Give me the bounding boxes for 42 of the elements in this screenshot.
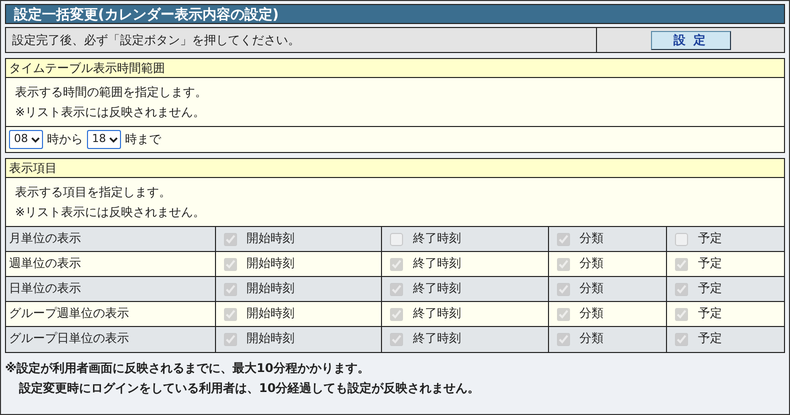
note-text: ※リスト表示には反映されません。: [15, 104, 206, 121]
window-title: 設定一括変更(カレンダー表示内容の設定): [5, 4, 785, 24]
note-text: 表示する時間の範囲を指定します。: [15, 84, 208, 101]
row-label: グループ週単位の表示: [6, 302, 215, 326]
option-label: 開始時刻: [246, 281, 294, 297]
option-label: 終了時刻: [413, 256, 462, 272]
hour-select[interactable]: 08: [9, 130, 43, 149]
option-label: 予定: [698, 306, 722, 322]
row-label: 日単位の表示: [6, 276, 215, 302]
option-label: 分類: [580, 281, 604, 297]
option-label: 終了時刻: [413, 231, 462, 247]
option-label: 予定: [698, 231, 722, 247]
caret-icon: [109, 136, 118, 142]
footer-note: 設定変更時にログインをしている利用者は、10分経過しても設定が反映されません。: [18, 380, 481, 396]
row-label: 月単位の表示: [6, 226, 215, 252]
option-label: 分類: [580, 331, 604, 348]
option-label: 終了時刻: [413, 331, 462, 348]
hour-select[interactable]: 18: [87, 130, 121, 149]
option-label: 終了時刻: [413, 306, 462, 322]
section-header: タイムテーブル表示時間範囲: [6, 59, 784, 78]
option-label: 分類: [580, 306, 604, 322]
row-label: グループ日単位の表示: [6, 326, 215, 352]
option-label: 分類: [580, 231, 604, 247]
option-label: 分類: [580, 256, 604, 272]
option-label: 予定: [698, 331, 722, 348]
to-label: 時まで: [125, 132, 161, 148]
option-label: 開始時刻: [246, 331, 294, 348]
option-label: 予定: [698, 256, 722, 272]
option-label: 終了時刻: [413, 281, 462, 297]
note-text: 表示する項目を指定します。: [15, 184, 172, 201]
caret-icon: [31, 136, 40, 142]
footer-note: ※設定が利用者画面に反映されるまでに、最大10分程かかります。: [5, 360, 370, 376]
option-label: 予定: [698, 281, 722, 297]
option-label: 開始時刻: [246, 256, 294, 272]
instruction-text: 設定完了後、必ず「設定ボタン」を押してください。: [12, 33, 300, 47]
row-label: 週単位の表示: [6, 252, 215, 276]
option-label: 開始時刻: [246, 231, 294, 247]
option-label: 開始時刻: [246, 306, 294, 322]
section-header: 表示項目: [6, 159, 784, 178]
from-label: 時から: [47, 132, 83, 148]
note-text: ※リスト表示には反映されません。: [15, 204, 206, 221]
set-button[interactable]: 設 定: [650, 30, 730, 50]
